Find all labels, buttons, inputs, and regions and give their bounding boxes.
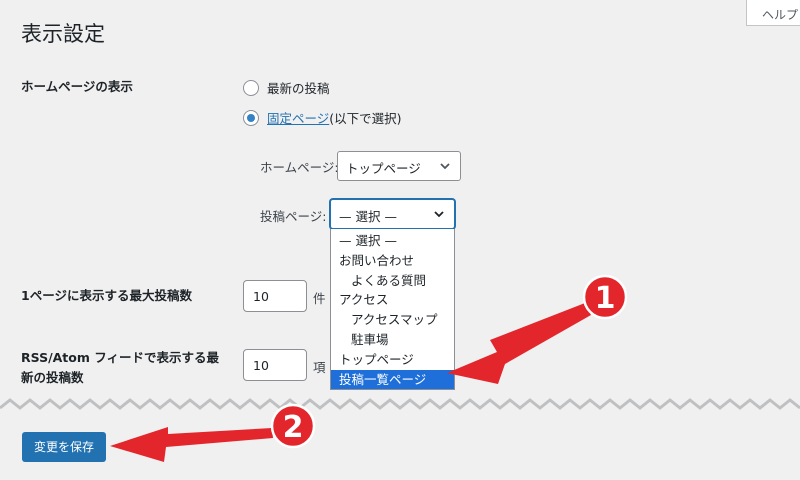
radio-button[interactable] xyxy=(243,79,259,96)
radio-static-page[interactable]: 固定ページ (以下で選択) xyxy=(243,108,402,127)
chevron-down-icon xyxy=(434,211,444,218)
posts-page-select[interactable]: — 選択 — xyxy=(330,199,455,229)
feed-items-unit: 項 xyxy=(313,360,326,375)
dropdown-option[interactable]: トップページ xyxy=(331,350,454,370)
posts-per-page-unit: 件 xyxy=(313,291,326,306)
radio-latest-posts[interactable]: 最新の投稿 xyxy=(243,78,330,97)
dropdown-option[interactable]: よくある質問 xyxy=(331,271,454,291)
page-title: 表示設定 xyxy=(21,22,105,46)
annotation-badge-1 xyxy=(582,274,628,320)
feed-items-label-line2: 新の投稿数 xyxy=(21,370,84,385)
static-page-link[interactable]: 固定ページ xyxy=(267,108,329,127)
dropdown-option[interactable]: アクセスマップ xyxy=(331,310,454,330)
radio-button-checked[interactable] xyxy=(243,109,259,126)
homepage-select[interactable]: トップページ xyxy=(337,151,461,181)
dropdown-option-highlighted[interactable]: 投稿一覧ページ xyxy=(331,369,454,390)
dropdown-option[interactable]: お問い合わせ xyxy=(331,251,454,271)
annotation-arrow-1 xyxy=(447,303,591,384)
static-page-note: (以下で選択) xyxy=(329,111,402,126)
posts-page-select-label: 投稿ページ: xyxy=(260,209,327,224)
feed-items-input[interactable]: 10 xyxy=(243,349,307,381)
homepage-select-value: トップページ xyxy=(346,161,421,176)
annotation-arrow-2 xyxy=(110,427,273,462)
homepage-display-label: ホームページの表示 xyxy=(21,79,133,94)
help-tab[interactable]: ヘルプ xyxy=(746,0,800,26)
dropdown-option[interactable]: 駐車場 xyxy=(331,330,454,350)
torn-edge-divider xyxy=(0,398,800,410)
posts-per-page-input[interactable]: 10 xyxy=(243,280,307,312)
save-changes-button[interactable]: 変更を保存 xyxy=(22,432,106,462)
posts-per-page-label: 1ページに表示する最大投稿数 xyxy=(21,288,192,303)
posts-page-dropdown-list[interactable]: — 選択 — お問い合わせ よくある質問 アクセス アクセスマップ 駐車場 トッ… xyxy=(330,229,455,390)
annotation-badge-1-number: 1 xyxy=(595,281,616,316)
dropdown-option[interactable]: — 選択 — xyxy=(331,231,454,251)
radio-latest-posts-label: 最新の投稿 xyxy=(267,81,330,96)
posts-page-select-value: — 選択 — xyxy=(339,209,397,224)
homepage-select-label: ホームページ: xyxy=(260,160,339,175)
dropdown-option[interactable]: アクセス xyxy=(331,290,454,310)
chevron-down-icon xyxy=(440,163,450,170)
feed-items-label-line1: RSS/Atom フィードで表示する最 xyxy=(21,350,219,365)
